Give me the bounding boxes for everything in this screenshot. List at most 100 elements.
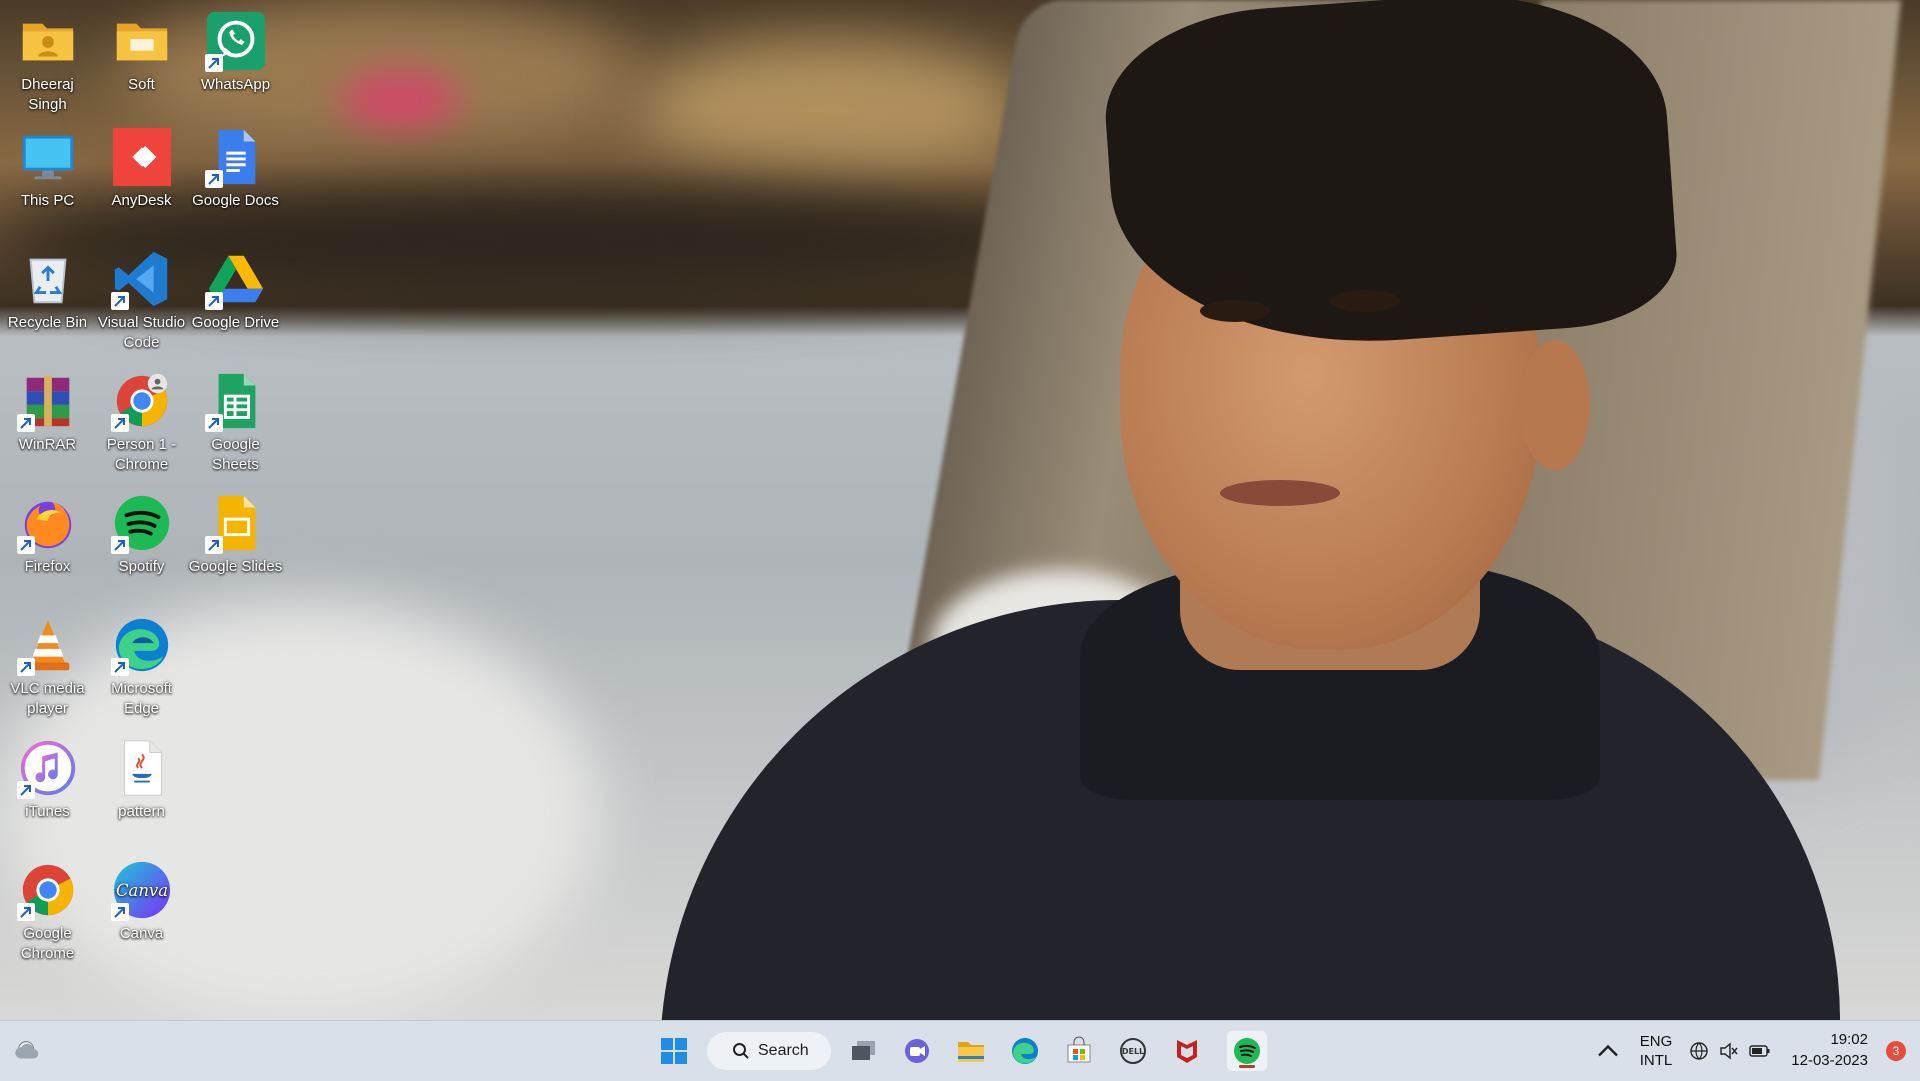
desktop-icon-whatsapp[interactable]: WhatsApp — [188, 10, 283, 95]
chevron-up-icon — [1598, 1044, 1618, 1057]
desktop-icon-label: This PC — [20, 192, 75, 209]
desktop-icon-firefox[interactable]: Firefox — [0, 492, 95, 577]
desktop-icon-pattern[interactable]: pattern — [94, 737, 189, 822]
desktop-icon-label: Person 1 - Chrome — [106, 436, 177, 473]
whatsapp-icon — [204, 10, 267, 72]
desktop-icon-label: iTunes — [25, 803, 70, 820]
desktop-icon-label: Microsoft Edge — [111, 680, 172, 717]
desktop-icon-label: Google Sheets — [211, 436, 260, 473]
desktop-icon-itunes[interactable]: iTunes — [0, 737, 95, 822]
taskbar-clock[interactable]: 19:02 12-03-2023 — [1791, 1029, 1868, 1071]
search-label: Search — [758, 1042, 809, 1059]
desktop-icon-label: Google Slides — [188, 558, 283, 575]
dell-button[interactable]: DELL — [1113, 1031, 1153, 1071]
edge-icon — [110, 614, 173, 676]
desktop-icon-anydesk[interactable]: AnyDesk — [94, 126, 189, 211]
desktop-icon-microsoft-edge[interactable]: Microsoft Edge — [94, 614, 189, 719]
dell-icon: DELL — [1120, 1038, 1146, 1064]
desktop-icon-google-sheets[interactable]: Google Sheets — [188, 370, 283, 475]
active-app-indicator — [1239, 1065, 1255, 1068]
show-hidden-icons-button[interactable] — [1590, 1031, 1626, 1071]
spotify-taskbar-button[interactable] — [1227, 1031, 1267, 1071]
shortcut-arrow-icon — [110, 658, 129, 676]
microsoft-store-button[interactable] — [1059, 1031, 1099, 1071]
desktop-icon-person-1-chrome[interactable]: Person 1 - Chrome — [94, 370, 189, 475]
edge-icon — [1012, 1038, 1038, 1064]
desktop-icon-label: pattern — [118, 803, 165, 820]
language-indicator[interactable]: ENG INTL — [1634, 1032, 1678, 1070]
task-view-button[interactable] — [843, 1031, 883, 1071]
svg-text:DELL: DELL — [1122, 1047, 1144, 1056]
teams-chat-icon — [905, 1039, 929, 1063]
shortcut-arrow-icon — [16, 781, 35, 799]
vlc-icon — [16, 614, 79, 676]
clock-time: 19:02 — [1830, 1031, 1868, 1048]
desktop-icon-label: Spotify — [118, 558, 165, 575]
desktop-icon-soft[interactable]: Soft — [94, 10, 189, 95]
canva-icon: Canva — [110, 859, 173, 921]
taskbar-search[interactable]: Search — [707, 1032, 831, 1070]
desktop-icon-winrar[interactable]: WinRAR — [0, 370, 95, 455]
shortcut-arrow-icon — [110, 536, 129, 554]
shortcut-arrow-icon — [110, 414, 129, 432]
desktop-icon-canva[interactable]: Canva Canva — [94, 859, 189, 944]
desktop-icon-dheeraj-singh[interactable]: Dheeraj Singh — [0, 10, 95, 115]
shortcut-arrow-icon — [16, 658, 35, 676]
desktop-icon-label: Google Docs — [192, 192, 279, 209]
desktop-icon-google-drive[interactable]: Google Drive — [188, 248, 283, 333]
file-explorer-button[interactable] — [951, 1031, 991, 1071]
spotify-icon — [1234, 1038, 1260, 1064]
taskbar: Search DELL ENG INTL 19:02 12-03-2023 3 — [0, 1020, 1920, 1081]
desktop-icon-recycle-bin[interactable]: Recycle Bin — [0, 248, 95, 333]
vscode-icon — [110, 248, 173, 310]
desktop-icon-spotify[interactable]: Spotify — [94, 492, 189, 577]
desktop-icon-label: VLC media player — [10, 680, 85, 717]
notification-badge[interactable]: 3 — [1886, 1041, 1906, 1061]
start-button[interactable] — [654, 1031, 694, 1071]
firefox-icon — [16, 492, 79, 554]
network-icon[interactable] — [1689, 1041, 1709, 1061]
edge-taskbar-button[interactable] — [1005, 1031, 1045, 1071]
weather-cloud-icon — [15, 1041, 39, 1059]
desktop-icon-label: Visual Studio Code — [97, 314, 186, 351]
google-slides-icon — [204, 492, 267, 554]
chrome-profile-icon — [110, 370, 173, 432]
folder-icon — [111, 10, 173, 72]
file-explorer-icon — [958, 1042, 984, 1062]
desktop-icon-label: WhatsApp — [200, 76, 271, 93]
shortcut-arrow-icon — [110, 292, 129, 310]
shortcut-arrow-icon — [204, 170, 223, 188]
google-docs-icon — [204, 126, 267, 188]
chrome-icon — [16, 859, 79, 921]
shortcut-arrow-icon — [204, 54, 223, 72]
teams-chat-button[interactable] — [897, 1031, 937, 1071]
winrar-icon — [16, 370, 79, 432]
volume-muted-icon[interactable] — [1719, 1041, 1739, 1061]
weather-widget[interactable] — [8, 1031, 48, 1071]
desktop-wallpaper — [0, 0, 1920, 1020]
microsoft-store-icon — [1067, 1036, 1091, 1063]
anydesk-icon — [111, 126, 173, 188]
shortcut-arrow-icon — [16, 903, 35, 921]
shortcut-arrow-icon — [204, 414, 223, 432]
shortcut-arrow-icon — [16, 414, 35, 432]
desktop-icon-label: WinRAR — [18, 436, 77, 453]
desktop-icon-google-slides[interactable]: Google Slides — [188, 492, 283, 577]
desktop-icon-vscode[interactable]: Visual Studio Code — [94, 248, 189, 353]
spotify-icon — [110, 492, 173, 554]
shortcut-arrow-icon — [110, 903, 129, 921]
java-file-icon — [111, 737, 173, 799]
user-folder-icon — [17, 10, 79, 72]
battery-icon[interactable] — [1749, 1041, 1771, 1061]
desktop-icon-recycle-bin[interactable]: This PC — [0, 126, 95, 211]
desktop-icon-google-docs[interactable]: Google Docs — [188, 126, 283, 211]
google-sheets-icon — [204, 370, 267, 432]
shortcut-arrow-icon — [204, 536, 223, 554]
mcafee-button[interactable] — [1167, 1031, 1207, 1071]
desktop-icon-label: Firefox — [24, 558, 71, 575]
desktop-icon-vlc[interactable]: VLC media player — [0, 614, 95, 719]
desktop-icon-label: Google Chrome — [20, 925, 75, 962]
svg-text:Canva: Canva — [115, 881, 167, 900]
desktop-icon-label: Canva — [119, 925, 164, 942]
desktop-icon-google-chrome[interactable]: Google Chrome — [0, 859, 95, 964]
